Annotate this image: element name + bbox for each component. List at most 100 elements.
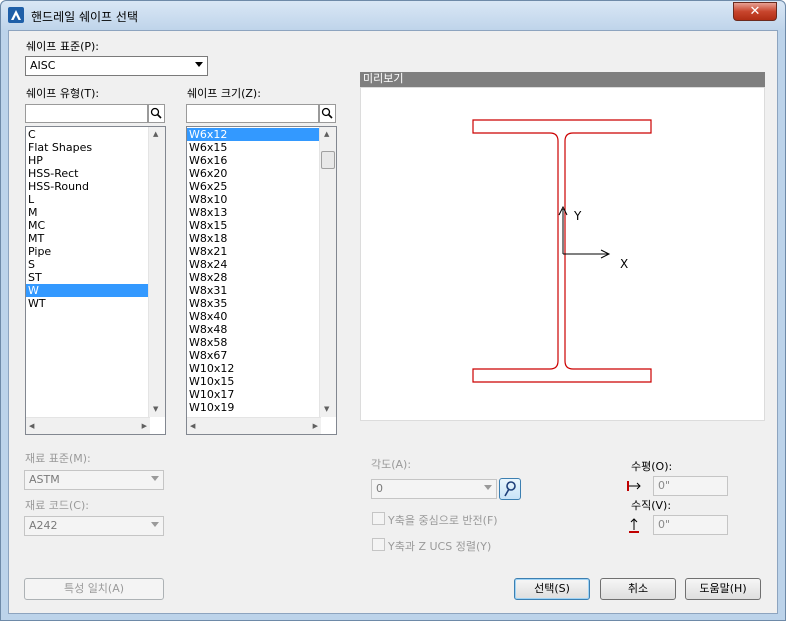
shape-type-list-item[interactable]: WT — [26, 297, 165, 310]
dialog-window: 핸드레일 쉐이프 선택 ✕ 쉐이프 표준(P): AISC 쉐이프 유형(T):… — [0, 0, 786, 621]
angle-label: 각도(A): — [371, 458, 412, 471]
autocad-logo-icon — [8, 7, 24, 23]
shape-type-list-item[interactable]: MT — [26, 232, 165, 245]
shape-size-list-item[interactable]: W8x58 — [187, 336, 336, 349]
shape-size-list-item[interactable]: W8x67 — [187, 349, 336, 362]
shape-type-list[interactable]: C Flat Shapes HP HSS-Rect HSS-Round L M MC MT Pip… — [25, 126, 166, 435]
preview-header: 미리보기 — [360, 72, 765, 87]
shape-size-list-item[interactable]: W8x15 — [187, 219, 336, 232]
shape-type-list-item[interactable]: M — [26, 206, 165, 219]
shape-size-list-item[interactable]: W10x12 — [187, 362, 336, 375]
scroll-up-icon[interactable]: ▲ — [324, 129, 329, 139]
search-icon — [150, 107, 162, 119]
preview-axis-x: X — [620, 257, 628, 271]
shape-standard-value: AISC — [30, 59, 56, 72]
shape-type-horizontal-scrollbar[interactable]: ◀ ▶ — [26, 417, 150, 434]
shape-type-list-item[interactable]: S — [26, 258, 165, 271]
shape-type-list-item[interactable]: HSS-Round — [26, 180, 165, 193]
shape-preview-drawing: Y X — [472, 119, 652, 383]
shape-size-list-item[interactable]: W8x40 — [187, 310, 336, 323]
shape-size-list-item[interactable]: W10x15 — [187, 375, 336, 388]
select-button[interactable]: 선택(S) — [514, 578, 590, 600]
shape-size-list-item[interactable]: W6x25 — [187, 180, 336, 193]
i-beam-outline — [472, 119, 652, 383]
shape-type-list-item[interactable]: C — [26, 128, 165, 141]
shape-type-list-item[interactable]: MC — [26, 219, 165, 232]
scroll-up-icon[interactable]: ▲ — [153, 129, 158, 139]
shape-size-list-item[interactable]: W8x35 — [187, 297, 336, 310]
shape-size-list-item[interactable]: W6x16 — [187, 154, 336, 167]
shape-type-search-button[interactable] — [148, 104, 165, 123]
shape-size-list-item[interactable]: W6x12 — [187, 128, 336, 141]
title-bar[interactable]: 핸드레일 쉐이프 선택 ✕ — [1, 1, 785, 30]
shape-size-list[interactable]: W6x12 W6x15 W6x16 W6x20 W6x25 W8x10 W8x13 W8x15… — [186, 126, 337, 435]
search-icon — [321, 107, 333, 119]
shape-type-list-item[interactable]: HP — [26, 154, 165, 167]
shape-size-list-item[interactable]: W8x10 — [187, 193, 336, 206]
scroll-thumb[interactable] — [321, 151, 335, 169]
window-title: 핸드레일 쉐이프 선택 — [31, 10, 138, 24]
dialog-client-area: 쉐이프 표준(P): AISC 쉐이프 유형(T): C Flat Shapes H… — [8, 30, 778, 614]
pick-point-icon — [504, 481, 516, 497]
material-code-value: A242 — [29, 519, 58, 532]
pick-angle-button[interactable] — [499, 478, 521, 500]
shape-size-search-input[interactable] — [186, 104, 319, 123]
shape-size-list-item[interactable]: W10x17 — [187, 388, 336, 401]
shape-size-list-item[interactable]: W8x28 — [187, 271, 336, 284]
horizontal-offset-input[interactable]: 0" — [653, 476, 728, 496]
cancel-button[interactable]: 취소 — [600, 578, 676, 600]
shape-type-list-item[interactable]: HSS-Rect — [26, 167, 165, 180]
scroll-right-icon[interactable]: ▶ — [313, 421, 318, 431]
chevron-down-icon — [151, 522, 159, 527]
shape-standard-label: 쉐이프 표준(P): — [26, 40, 100, 53]
shape-size-list-item[interactable]: W8x21 — [187, 245, 336, 258]
shape-type-list-item[interactable]: Pipe — [26, 245, 165, 258]
scroll-down-icon[interactable]: ▼ — [153, 404, 158, 414]
shape-size-list-item[interactable]: W8x31 — [187, 284, 336, 297]
shape-standard-dropdown[interactable]: AISC — [25, 56, 208, 76]
scroll-left-icon[interactable]: ◀ — [29, 421, 34, 431]
chevron-down-icon — [151, 476, 159, 481]
shape-size-list-item[interactable]: W6x15 — [187, 141, 336, 154]
preview-panel: Y X — [360, 87, 765, 421]
scroll-right-icon[interactable]: ▶ — [142, 421, 147, 431]
shape-type-list-item[interactable]: W — [26, 284, 165, 297]
shape-size-list-item[interactable]: W6x20 — [187, 167, 336, 180]
vertical-offset-input[interactable]: 0" — [653, 515, 728, 535]
shape-size-vertical-scrollbar[interactable]: ▲ ▼ — [319, 127, 336, 417]
material-code-label: 재료 코드(C): — [25, 499, 89, 512]
shape-size-label: 쉐이프 크기(Z): — [187, 87, 261, 100]
material-standard-dropdown[interactable]: ASTM — [24, 470, 164, 490]
close-button[interactable]: ✕ — [733, 2, 777, 21]
shape-size-search-button[interactable] — [319, 104, 336, 123]
material-code-dropdown[interactable]: A242 — [24, 516, 164, 536]
help-button[interactable]: 도움말(H) — [685, 578, 761, 600]
angle-input[interactable]: 0 — [371, 479, 497, 499]
preview-axis-y: Y — [573, 209, 582, 223]
angle-value: 0 — [376, 482, 383, 495]
horizontal-offset-label: 수평(O): — [631, 460, 673, 473]
shape-type-vertical-scrollbar[interactable]: ▲ ▼ — [148, 127, 165, 417]
shape-type-list-item[interactable]: Flat Shapes — [26, 141, 165, 154]
horizontal-offset-icon — [627, 481, 641, 491]
material-standard-value: ASTM — [29, 473, 60, 486]
shape-size-horizontal-scrollbar[interactable]: ◀ ▶ — [187, 417, 321, 434]
shape-size-list-item[interactable]: W10x19 — [187, 401, 336, 414]
material-standard-label: 재료 표준(M): — [25, 452, 91, 465]
shape-type-label: 쉐이프 유형(T): — [26, 87, 100, 100]
scroll-left-icon[interactable]: ◀ — [190, 421, 195, 431]
shape-type-list-item[interactable]: L — [26, 193, 165, 206]
shape-size-list-item[interactable]: W8x24 — [187, 258, 336, 271]
scroll-down-icon[interactable]: ▼ — [324, 404, 329, 414]
match-properties-button[interactable]: 특성 일치(A) — [24, 578, 164, 600]
shape-size-list-item[interactable]: W8x48 — [187, 323, 336, 336]
shape-type-search-input[interactable] — [25, 104, 148, 123]
flip-y-checkbox[interactable] — [372, 512, 385, 525]
vertical-offset-icon — [629, 518, 639, 533]
shape-size-list-item[interactable]: W8x18 — [187, 232, 336, 245]
shape-type-list-item[interactable]: ST — [26, 271, 165, 284]
shape-size-list-item[interactable]: W8x13 — [187, 206, 336, 219]
align-ucs-checkbox[interactable] — [372, 538, 385, 551]
align-ucs-label: Y축과 Z UCS 정렬(Y) — [388, 540, 492, 553]
chevron-down-icon — [195, 62, 203, 67]
